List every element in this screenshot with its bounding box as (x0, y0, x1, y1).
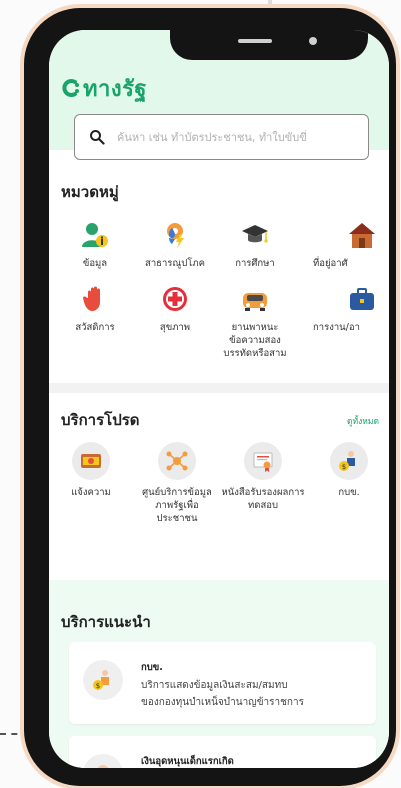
favorite-item-gpf[interactable]: $ กบข. (319, 442, 379, 499)
category-label: ยานพาหนะข้อความสองบรรทัดหรือสาม (223, 322, 287, 359)
card-description-line: ของกองทุนบำเหน็จบำนาญข้าราชการ (141, 697, 304, 708)
service-icon-circle: $ (330, 442, 368, 480)
category-label: การงาน/อา (313, 322, 360, 333)
service-icon-circle (244, 442, 282, 480)
front-camera (309, 37, 317, 45)
search-input[interactable] (115, 129, 349, 145)
app-logo-text: ทางรัฐ (83, 76, 148, 102)
hand-icon (83, 286, 100, 311)
favorite-item-test-certificate[interactable]: หนังสือรับรองผลการทดสอบ (221, 442, 305, 512)
app-logo[interactable]: ทางรัฐ (61, 68, 147, 108)
utilities-icon (167, 223, 184, 248)
service-label: หนังสือรับรองผลการทดสอบ (221, 487, 305, 511)
favorite-item-gov-info-center[interactable]: ศูนย์บริการข้อมูลภาพรัฐเพื่อประชาชน (135, 442, 219, 525)
service-icon-circle (72, 442, 110, 480)
search-box[interactable] (74, 114, 369, 160)
car-icon (243, 293, 267, 311)
card-description-line: บริการแสดงข้อมูลเงินสะสม/สมทบ (141, 680, 288, 691)
phone-notch (170, 30, 368, 60)
service-icon-circle (158, 442, 196, 480)
category-label: การศึกษา (235, 258, 275, 269)
app-screen: ทางรัฐ หมวดหมู่ ข้อมูล สาธารณูปโภค (49, 30, 389, 768)
service-icon-circle: $ (83, 660, 123, 700)
category-label: สาธารณูปโภค (145, 258, 205, 269)
search-icon (90, 130, 105, 145)
child-support-icon (97, 765, 109, 768)
category-label: สวัสดิการ (75, 322, 115, 333)
service-icon-circle (83, 754, 123, 768)
category-item-health[interactable]: สุขภาพ (135, 284, 215, 334)
health-cross-icon (163, 287, 187, 311)
svg-text:$: $ (342, 463, 346, 471)
police-report-icon (81, 454, 101, 468)
card-title: กบข. (141, 662, 163, 673)
see-all-link[interactable]: ดูทั้งหมด (347, 414, 379, 428)
service-label: แจ้งความ (71, 487, 111, 498)
service-label: ศูนย์บริการข้อมูลภาพรัฐเพื่อประชาชน (142, 487, 212, 524)
user-info-icon (82, 223, 108, 247)
recommended-title: บริการแนะนำ (61, 613, 151, 631)
favorites-title: บริการโปรด (61, 411, 140, 429)
pension-icon: $ (93, 670, 109, 690)
categories-title: หมวดหมู่ (61, 183, 119, 201)
category-label: ข้อมูล (82, 258, 108, 269)
briefcase-icon (350, 288, 374, 310)
category-item-employment[interactable]: การงาน/อา (305, 284, 389, 334)
svg-text:$: $ (96, 682, 100, 690)
favorite-item-police-report[interactable]: แจ้งความ (49, 442, 133, 499)
category-item-education[interactable]: การศึกษา (215, 220, 295, 270)
network-icon (166, 451, 188, 471)
graduation-cap-icon (242, 225, 268, 243)
house-icon (349, 223, 375, 248)
service-label: กบข. (338, 487, 360, 498)
category-item-vehicle[interactable]: ยานพาหนะข้อความสองบรรทัดหรือสาม (215, 284, 295, 360)
app-logo-icon (62, 79, 79, 97)
card-title: เงินอุดหนุนเด็กแรกเกิด (141, 756, 234, 767)
pension-icon: $ (339, 451, 355, 471)
category-item-info[interactable]: ข้อมูล (55, 220, 135, 270)
category-label: สุขภาพ (159, 322, 191, 333)
recommended-card-gpf[interactable]: $ กบข. บริการแสดงข้อมูลเงินสะสม/สมทบ ของ… (69, 642, 376, 724)
category-item-welfare[interactable]: สวัสดิการ (55, 284, 135, 334)
category-item-housing[interactable]: ที่อยู่อาศั (305, 220, 389, 270)
category-label: ที่อยู่อาศั (313, 258, 348, 269)
section-divider (49, 383, 389, 393)
category-item-utilities[interactable]: สาธารณูปโภค (135, 220, 215, 270)
speaker-grille (238, 39, 272, 43)
certificate-icon (253, 452, 273, 472)
recommended-card-child-support[interactable]: เงินอุดหนุนเด็กแรกเกิด (69, 736, 376, 768)
